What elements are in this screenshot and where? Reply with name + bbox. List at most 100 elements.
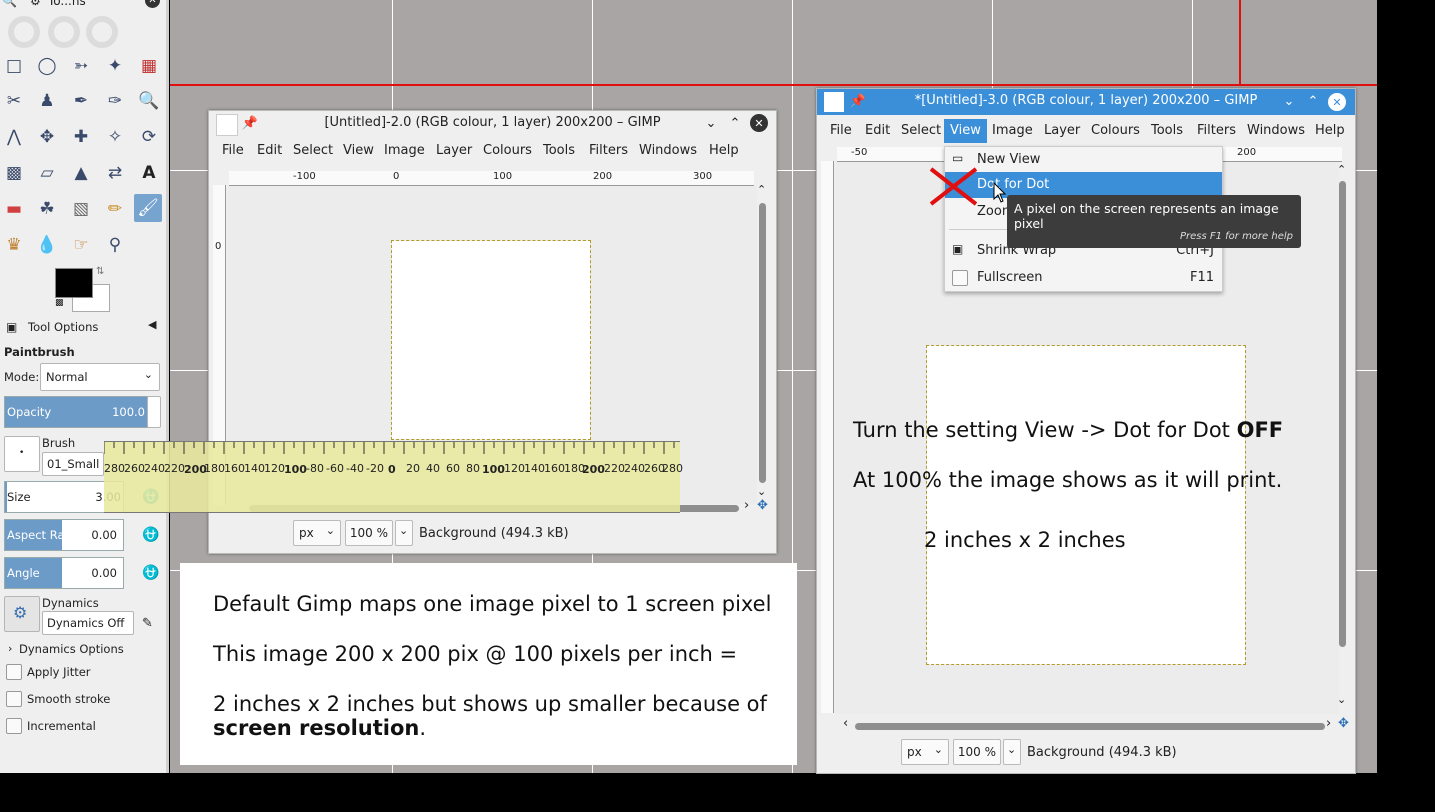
maximize-icon[interactable]: ⌃ — [1305, 93, 1321, 109]
reset-angle-icon[interactable]: ⛎ — [142, 566, 159, 580]
ellipse-select-icon[interactable]: ◯ — [33, 52, 61, 80]
navigate-icon[interactable]: ✥ — [1338, 716, 1349, 731]
menu-select[interactable]: Select — [901, 123, 941, 138]
maximize-icon[interactable]: ⌃ — [727, 115, 743, 131]
blur-icon[interactable]: 💧 — [33, 231, 61, 259]
image-canvas[interactable] — [926, 345, 1246, 665]
align-icon[interactable]: ✚ — [67, 123, 95, 151]
search-icon[interactable]: 🔍 — [2, 0, 17, 8]
menu-filters[interactable]: Filters — [1197, 123, 1236, 138]
tool-options-tab[interactable]: ▣ Tool Options ◀ — [0, 316, 166, 338]
aspect-ratio-slider[interactable]: Aspect Ratio 0.00 — [4, 519, 124, 551]
chevron-down-icon[interactable]: ⌄ — [757, 485, 766, 498]
menu-layer[interactable]: Layer — [1044, 123, 1080, 138]
unit-select[interactable]: px ⌄ — [901, 739, 949, 765]
zoom-field[interactable]: 100 % — [345, 520, 393, 546]
scale-icon[interactable]: ▩ — [0, 159, 28, 187]
chevron-up-icon[interactable]: ⌃ — [1337, 163, 1346, 176]
vertical-scrollbar[interactable] — [759, 203, 766, 483]
chevron-right-icon[interactable]: › — [1326, 716, 1331, 731]
foreground-color-swatch[interactable] — [55, 268, 93, 298]
chevron-left-icon[interactable]: ‹ — [843, 716, 848, 731]
unit-select[interactable]: px ⌄ — [293, 520, 341, 546]
brush-name-field[interactable]: 01_Small — [42, 452, 104, 476]
opacity-spinner[interactable] — [147, 396, 161, 428]
menu-image[interactable]: Image — [992, 123, 1033, 138]
gear-icon[interactable]: ⚙ — [30, 0, 41, 8]
menu-file[interactable]: File — [222, 143, 244, 158]
smooth-stroke-checkbox[interactable] — [6, 691, 22, 707]
brush-preview[interactable]: • — [4, 436, 40, 472]
dynamics-preview[interactable]: ⚙ — [4, 596, 40, 632]
zoom-field[interactable]: 100 % — [953, 739, 1001, 765]
text-tool-icon[interactable]: A — [135, 159, 163, 187]
menu-help[interactable]: Help — [709, 143, 739, 158]
horizontal-scrollbar[interactable] — [855, 723, 1325, 730]
chevron-right-icon[interactable]: › — [744, 498, 749, 513]
select-by-color-icon[interactable]: ▦ — [135, 52, 163, 80]
bucket-fill-icon[interactable]: ☘ — [33, 195, 61, 223]
menu-edit[interactable]: Edit — [865, 123, 890, 138]
menu-item-fullscreen[interactable]: Fullscreen F11 — [945, 265, 1222, 291]
mode-select[interactable]: Normal ⌄ — [40, 363, 160, 391]
menu-image[interactable]: Image — [384, 143, 425, 158]
menu-item-new-view[interactable]: ▭ New View — [945, 147, 1222, 173]
color-picker-icon[interactable]: ✑ — [101, 87, 129, 115]
shear-icon[interactable]: ▱ — [33, 159, 61, 187]
window-titlebar-active[interactable]: 📌 *[Untitled]-3.0 (RGB colour, 1 layer) … — [817, 89, 1355, 115]
menu-file[interactable]: File — [830, 123, 852, 138]
configure-tab-icon[interactable]: ◀ — [148, 318, 156, 331]
chevron-down-icon[interactable]: ⌄ — [1337, 693, 1346, 706]
flip-icon[interactable]: ⇄ — [101, 159, 129, 187]
rect-select-icon[interactable]: □ — [0, 52, 28, 80]
pin-icon[interactable]: 📌 — [850, 93, 866, 109]
apply-jitter-checkbox[interactable] — [6, 664, 22, 680]
gradient-icon[interactable]: ▧ — [67, 195, 95, 223]
chevron-up-icon[interactable]: ⌃ — [757, 183, 766, 196]
navigate-icon[interactable]: ✥ — [757, 498, 768, 513]
paintbrush-icon[interactable]: 🖌 — [134, 194, 162, 222]
menu-colours[interactable]: Colours — [1091, 123, 1140, 138]
incremental-checkbox[interactable] — [6, 718, 22, 734]
dynamics-field[interactable]: Dynamics Off — [42, 611, 134, 635]
move-icon[interactable]: ✥ — [33, 123, 61, 151]
vertical-guide[interactable] — [1239, 0, 1241, 86]
minimize-icon[interactable]: ⌄ — [703, 115, 719, 131]
crop-icon[interactable]: ✧ — [101, 123, 129, 151]
angle-slider[interactable]: Angle 0.00 — [4, 557, 124, 589]
edit-dynamics-icon[interactable]: ✎ — [142, 616, 153, 631]
menu-view[interactable]: View — [944, 119, 987, 143]
scissors-icon[interactable]: ✂ — [0, 87, 28, 115]
menu-filters[interactable]: Filters — [589, 143, 628, 158]
dodge-burn-icon[interactable]: ⚲ — [101, 231, 129, 259]
measure-icon[interactable]: ⋀ — [0, 123, 28, 151]
clone-icon[interactable]: ♛ — [0, 231, 28, 259]
menu-tools[interactable]: Tools — [1151, 123, 1183, 138]
menu-view[interactable]: View — [343, 143, 374, 158]
menu-windows[interactable]: Windows — [1247, 123, 1305, 138]
close-button[interactable]: ✕ — [750, 114, 768, 132]
vertical-ruler[interactable] — [821, 161, 834, 713]
rotate-icon[interactable]: ⟳ — [135, 123, 163, 151]
fuzzy-select-icon[interactable]: ✦ — [101, 52, 129, 80]
image-canvas[interactable] — [391, 240, 591, 440]
menu-edit[interactable]: Edit — [257, 143, 282, 158]
foreground-select-icon[interactable]: ♟ — [33, 87, 61, 115]
floating-screen-ruler[interactable]: 280 260 240 220 200 180 160 140 120 100 … — [104, 441, 683, 513]
horizontal-guide[interactable] — [170, 84, 1377, 86]
smudge-icon[interactable]: ☞ — [67, 231, 95, 259]
menu-layer[interactable]: Layer — [436, 143, 472, 158]
chevron-up-icon[interactable]: ⌃ — [122, 0, 132, 8]
menu-tools[interactable]: Tools — [543, 143, 575, 158]
menu-windows[interactable]: Windows — [639, 143, 697, 158]
minimize-icon[interactable]: ⌄ — [1281, 93, 1297, 109]
dynamics-options-expander[interactable]: Dynamics Options — [19, 642, 124, 656]
default-colors-icon[interactable]: ▩ — [55, 298, 64, 308]
eraser-icon[interactable]: ▬ — [0, 195, 28, 223]
perspective-icon[interactable]: ▲ — [67, 159, 95, 187]
reset-aspect-icon[interactable]: ⛎ — [142, 528, 159, 542]
zoom-dropdown[interactable]: ⌄ — [395, 520, 413, 546]
zoom-dropdown[interactable]: ⌄ — [1003, 739, 1021, 765]
menu-select[interactable]: Select — [293, 143, 333, 158]
swap-colors-icon[interactable]: ⇅ — [96, 266, 104, 277]
